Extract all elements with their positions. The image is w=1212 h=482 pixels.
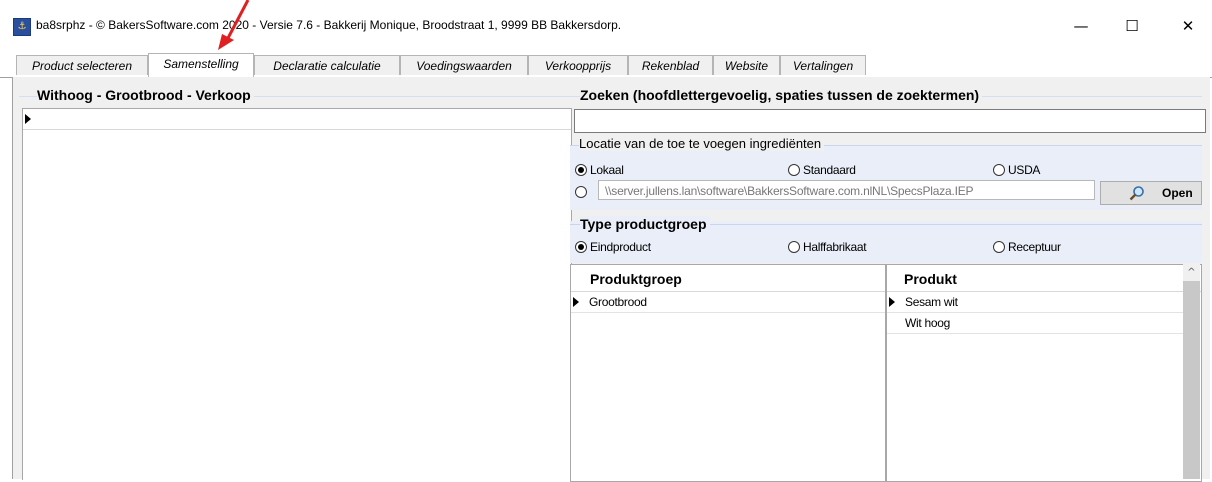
open-button-label: Open [1162, 186, 1193, 200]
radio-empty-icon [788, 164, 800, 176]
tab-vertalingen[interactable]: Vertalingen [780, 55, 866, 75]
row-indicator-icon [25, 114, 31, 124]
radio-label: Halffabrikaat [803, 240, 867, 254]
radio-lokaal[interactable]: Lokaal [575, 163, 624, 177]
radio-label: Eindproduct [590, 240, 651, 254]
radio-empty-icon [788, 241, 800, 253]
minimize-button[interactable]: — [1058, 13, 1104, 39]
location-path-field[interactable]: \\server.jullens.lan\software\BakkersSof… [598, 180, 1095, 200]
search-title: Zoeken (hoofdlettergevoelig, spaties tus… [580, 87, 983, 103]
radio-empty-icon [575, 186, 587, 198]
chevron-up-icon[interactable]: ^ [1183, 264, 1200, 281]
tab-product-selecteren[interactable]: Product selecteren [16, 55, 148, 75]
radio-standaard[interactable]: Standaard [788, 163, 856, 177]
samenstelling-panel: Withoog - Grootbrood - Verkoop Zoeken (h… [12, 77, 1210, 482]
radio-usda[interactable]: USDA [993, 163, 1040, 177]
radio-halffabrikaat[interactable]: Halffabrikaat [788, 240, 867, 254]
search-input[interactable] [574, 109, 1206, 133]
radio-selected-icon [575, 164, 587, 176]
vertical-scrollbar[interactable] [1183, 264, 1200, 479]
row-indicator-icon [573, 297, 579, 307]
radio-empty-icon [993, 164, 1005, 176]
close-button[interactable]: ✕ [1165, 13, 1211, 39]
radio-eindproduct[interactable]: Eindproduct [575, 240, 651, 254]
radio-label: Lokaal [590, 163, 624, 177]
table-row[interactable]: Wit hoog [887, 313, 1183, 334]
product-type-title: Type productgroep [580, 216, 710, 232]
bakery-app-icon[interactable]: ⚓ [13, 18, 31, 36]
tab-samenstelling[interactable]: Samenstelling [148, 53, 254, 77]
radio-selected-icon [575, 241, 587, 253]
radio-label: Standaard [803, 163, 856, 177]
recipe-title: Withoog - Grootbrood - Verkoop [37, 87, 254, 103]
tab-voedingswaarden[interactable]: Voedingswaarden [400, 55, 528, 75]
radio-label: Receptuur [1008, 240, 1061, 254]
maximize-button[interactable]: ☐ [1109, 13, 1155, 39]
location-title: Locatie van de toe te voegen ingrediënte… [579, 136, 825, 151]
tab-declaratie-calculatie[interactable]: Declaratie calculatie [254, 55, 400, 75]
product-table[interactable]: Produkt Sesam wit Wit hoog [886, 264, 1202, 482]
title-bar: ⚓ ba8srphz - © BakersSoftware.com 2020 -… [0, 0, 1212, 44]
window-title: ba8srphz - © BakersSoftware.com 2020 - V… [36, 18, 622, 32]
open-button[interactable]: Open [1100, 181, 1202, 205]
product-header: Produkt [887, 265, 1201, 292]
productgroup-table[interactable]: Produktgroep Grootbrood [570, 264, 886, 482]
productgroup-header: Produktgroep [571, 265, 885, 292]
radio-label: USDA [1008, 163, 1041, 177]
magnifier-icon [1129, 186, 1144, 201]
radio-path[interactable] [575, 185, 590, 199]
table-row[interactable]: Grootbrood [571, 292, 885, 313]
tab-verkoopprijs[interactable]: Verkoopprijs [528, 55, 628, 75]
radio-receptuur[interactable]: Receptuur [993, 240, 1061, 254]
row-indicator-icon [889, 297, 895, 307]
tab-rekenblad[interactable]: Rekenblad [628, 55, 713, 75]
table-row[interactable] [23, 109, 571, 130]
recipe-grid[interactable] [22, 108, 572, 480]
tab-website[interactable]: Website [713, 55, 780, 75]
annotation-arrow-icon [218, 0, 250, 50]
tab-strip: Product selecteren Samenstelling Declara… [0, 53, 1212, 78]
radio-empty-icon [993, 241, 1005, 253]
table-row[interactable]: Sesam wit [887, 292, 1183, 313]
